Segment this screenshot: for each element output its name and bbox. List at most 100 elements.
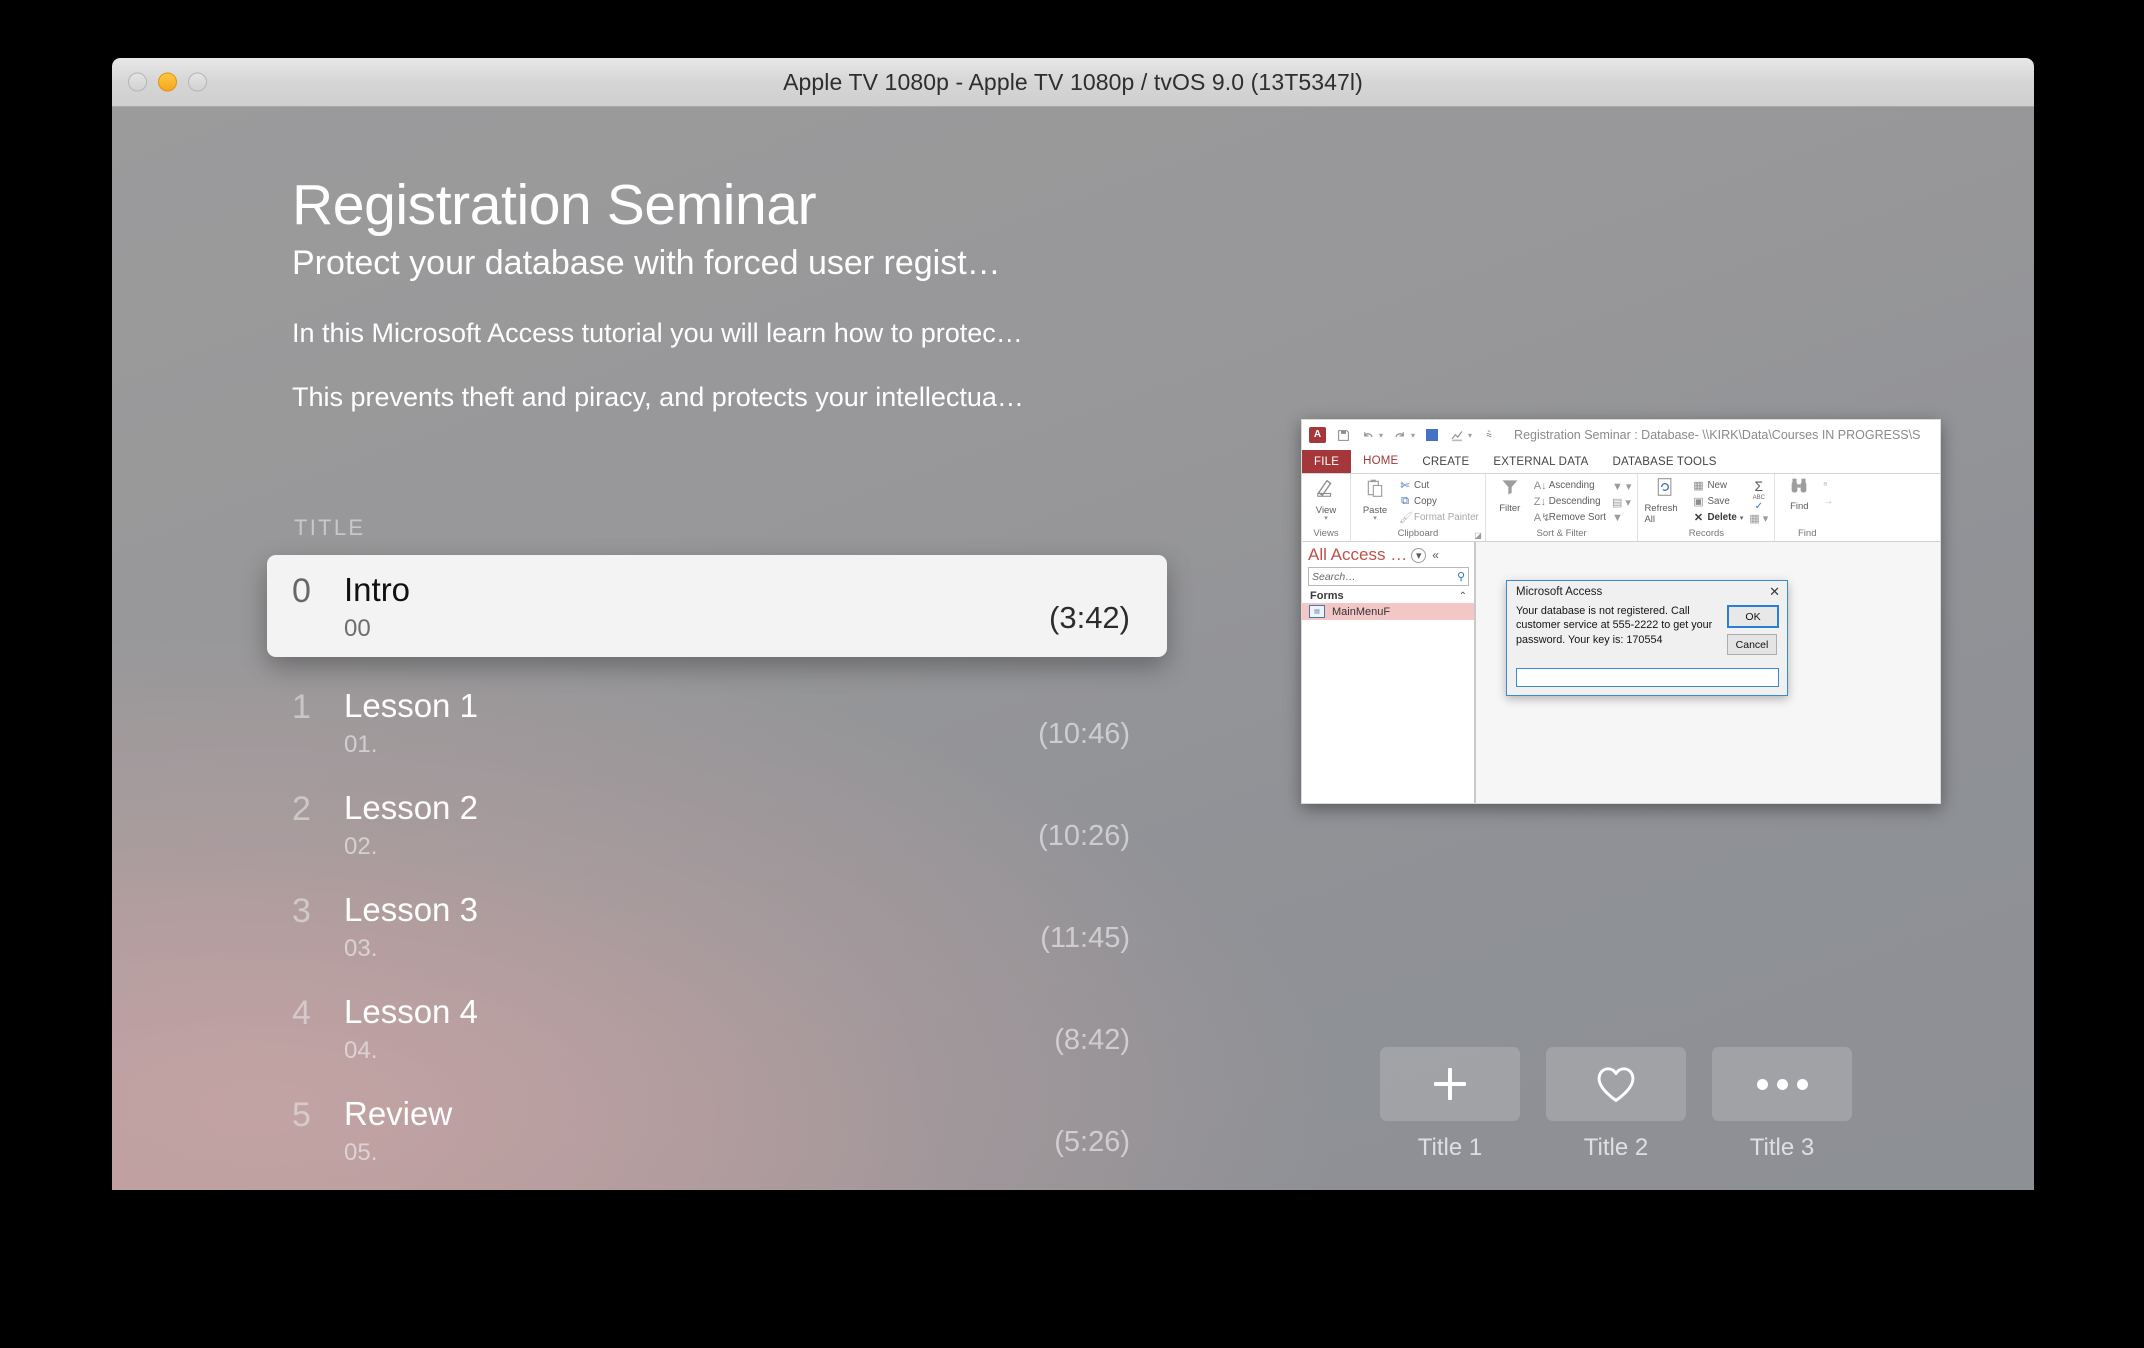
- navigation-search-box[interactable]: Search… ⚲: [1308, 567, 1469, 586]
- save-icon[interactable]: [1335, 427, 1351, 443]
- remove-sort-button[interactable]: A↯ Remove Sort: [1534, 510, 1606, 525]
- chevron-down-icon[interactable]: ▾: [1373, 515, 1377, 522]
- action-tile-1[interactable]: [1380, 1047, 1520, 1121]
- tab-external-data[interactable]: EXTERNAL DATA: [1481, 450, 1600, 473]
- close-window-button[interactable]: [128, 72, 147, 92]
- find-button[interactable]: Find: [1781, 477, 1817, 512]
- spelling-abc-icon[interactable]: ABC ✓: [1753, 495, 1765, 512]
- action-title-3[interactable]: Title 3: [1712, 1047, 1852, 1162]
- advanced-filter-icon[interactable]: ▼ ▾: [1612, 479, 1631, 493]
- ok-button[interactable]: OK: [1727, 605, 1779, 628]
- access-message-dialog: Microsoft Access ✕ Your database is not …: [1506, 580, 1788, 696]
- list-item[interactable]: 1 Lesson 1 01. (10:46): [267, 671, 1167, 773]
- action-title-1[interactable]: Title 1: [1380, 1047, 1520, 1162]
- replace-button[interactable]: ᵃ: [1823, 478, 1833, 493]
- window-title: Apple TV 1080p - Apple TV 1080p / tvOS 9…: [783, 68, 1363, 95]
- refresh-all-button[interactable]: Refresh All: [1644, 477, 1686, 525]
- ribbon-group-label-sort-filter: Sort & Filter: [1536, 528, 1587, 539]
- navigation-item-mainmenuf[interactable]: ▤ MainMenuF: [1302, 603, 1474, 620]
- list-item-index: 1: [292, 688, 311, 726]
- new-record-button[interactable]: ▦ New: [1692, 478, 1743, 493]
- chevron-down-icon[interactable]: ▾: [1411, 547, 1427, 563]
- hero-section: Registration Seminar Protect your databa…: [292, 174, 1192, 445]
- redo-icon[interactable]: [1392, 427, 1408, 443]
- list-item-title: Lesson 3: [344, 891, 478, 928]
- list-item[interactable]: 3 Lesson 3 03. (11:45): [267, 875, 1167, 977]
- totals-sigma-icon[interactable]: Σ: [1755, 478, 1764, 494]
- delete-record-button[interactable]: ✕ Delete ▾: [1692, 510, 1744, 525]
- tab-create[interactable]: CREATE: [1410, 450, 1481, 473]
- tab-database-tools[interactable]: DATABASE TOOLS: [1600, 450, 1728, 473]
- clipboard-dialog-launcher-icon[interactable]: ◪: [1474, 531, 1482, 540]
- page-subtitle: Protect your database with forced user r…: [292, 243, 1001, 282]
- save-record-button[interactable]: ▣ Save: [1692, 494, 1743, 509]
- zoom-window-button[interactable]: [188, 72, 207, 92]
- view-button[interactable]: View ▾: [1308, 477, 1344, 522]
- cancel-button[interactable]: Cancel: [1727, 634, 1777, 655]
- delete-icon: ✕: [1693, 512, 1704, 524]
- customize-toolbar-icon[interactable]: ⩯: [1481, 427, 1497, 443]
- list-item-title: Lesson 2: [344, 789, 478, 826]
- view-icon: [1315, 477, 1337, 504]
- format-painter-label: Format Painter: [1414, 512, 1479, 523]
- undo-icon[interactable]: [1360, 427, 1376, 443]
- refresh-all-label: Refresh All: [1644, 503, 1678, 525]
- list-item-texts: Review 05.: [344, 1093, 1054, 1170]
- list-item[interactable]: 0 Intro 00 (3:42): [267, 555, 1167, 657]
- access-screenshot-thumbnail[interactable]: A ▾ ▾ ▾ ⩯ Registration Seminar: Databas…: [1301, 419, 1941, 804]
- list-item-title: Intro: [344, 571, 411, 608]
- toggle-filter-icon[interactable]: ▤ ▾: [1612, 495, 1631, 509]
- dialog-password-input[interactable]: [1516, 668, 1779, 687]
- form-icon: ▤: [1309, 605, 1325, 618]
- collapse-pane-icon[interactable]: «: [1432, 548, 1439, 562]
- remove-sort-label: Remove Sort: [1548, 512, 1606, 523]
- navigation-group-header[interactable]: Forms ⌃: [1302, 589, 1474, 603]
- cut-button[interactable]: ✄ Cut: [1399, 478, 1479, 493]
- paste-button[interactable]: Paste ▾: [1357, 477, 1393, 522]
- filter-button[interactable]: Filter: [1492, 477, 1528, 514]
- new-record-label: New: [1707, 480, 1728, 491]
- format-painter-button[interactable]: 🖌 Format Painter: [1399, 510, 1479, 525]
- action-tile-2[interactable]: [1546, 1047, 1686, 1121]
- chart-dropdown-icon[interactable]: ▾: [1468, 431, 1472, 440]
- list-item-subtitle: 05.: [344, 1139, 378, 1166]
- ellipsis-icon: [1756, 1078, 1808, 1090]
- list-item-subtitle: 02.: [344, 833, 378, 860]
- more-records-icon[interactable]: ▦ ▾: [1749, 511, 1768, 525]
- access-document-title: Registration Seminar : Database- \\KIRK\…: [1514, 428, 1921, 442]
- list-item-subtitle: 04.: [344, 1037, 378, 1064]
- close-icon[interactable]: ✕: [1769, 585, 1780, 598]
- delete-dropdown-icon[interactable]: ▾: [1740, 514, 1744, 522]
- access-app-logo: A: [1309, 427, 1326, 443]
- ascending-button[interactable]: A↓ Ascending: [1534, 478, 1606, 493]
- plus-icon: [1431, 1065, 1469, 1103]
- window-titlebar: Apple TV 1080p - Apple TV 1080p / tvOS 9…: [112, 58, 2034, 107]
- chevron-up-icon[interactable]: ⌃: [1459, 591, 1467, 602]
- descending-button[interactable]: Z↓ Descending: [1534, 494, 1606, 509]
- tab-file[interactable]: FILE: [1302, 450, 1352, 473]
- list-item[interactable]: 5 Review 05. (5:26): [267, 1079, 1167, 1181]
- color-swatch-icon[interactable]: [1424, 427, 1440, 443]
- list-item[interactable]: 2 Lesson 2 02. (10:26): [267, 773, 1167, 875]
- list-item[interactable]: 4 Lesson 4 04. (8:42): [267, 977, 1167, 1079]
- episode-list: 0 Intro 00 (3:42) 1 Lesson 1 01. (10:46)…: [267, 555, 1167, 1181]
- action-label-3: Title 3: [1749, 1134, 1815, 1161]
- search-icon[interactable]: ⚲: [1457, 570, 1465, 583]
- goto-button[interactable]: →: [1823, 494, 1833, 509]
- chevron-down-icon[interactable]: ▾: [1324, 515, 1328, 522]
- chart-icon[interactable]: [1449, 427, 1465, 443]
- filter-icon[interactable]: ▼: [1612, 511, 1631, 525]
- list-item-title: Lesson 1: [344, 687, 478, 724]
- navigation-pane-header[interactable]: All Access … ▾ «: [1302, 542, 1474, 567]
- action-title-2[interactable]: Title 2: [1546, 1047, 1686, 1162]
- copy-button[interactable]: ⧉ Copy: [1399, 494, 1479, 509]
- scissors-icon: ✄: [1400, 480, 1410, 492]
- redo-dropdown-icon[interactable]: ▾: [1411, 431, 1415, 440]
- list-item-duration: (10:26): [1038, 819, 1130, 852]
- ribbon-group-records: Refresh All ▦ New ▣ Save ✕ Delete ▾ Σ AB…: [1638, 474, 1776, 541]
- minimize-window-button[interactable]: [158, 72, 177, 92]
- action-tile-3[interactable]: [1712, 1047, 1852, 1121]
- undo-dropdown-icon[interactable]: ▾: [1379, 431, 1383, 440]
- tab-home[interactable]: HOME: [1351, 450, 1411, 473]
- access-work-area: All Access … ▾ « Search… ⚲ Forms ⌃ ▤ Mai…: [1302, 542, 1940, 803]
